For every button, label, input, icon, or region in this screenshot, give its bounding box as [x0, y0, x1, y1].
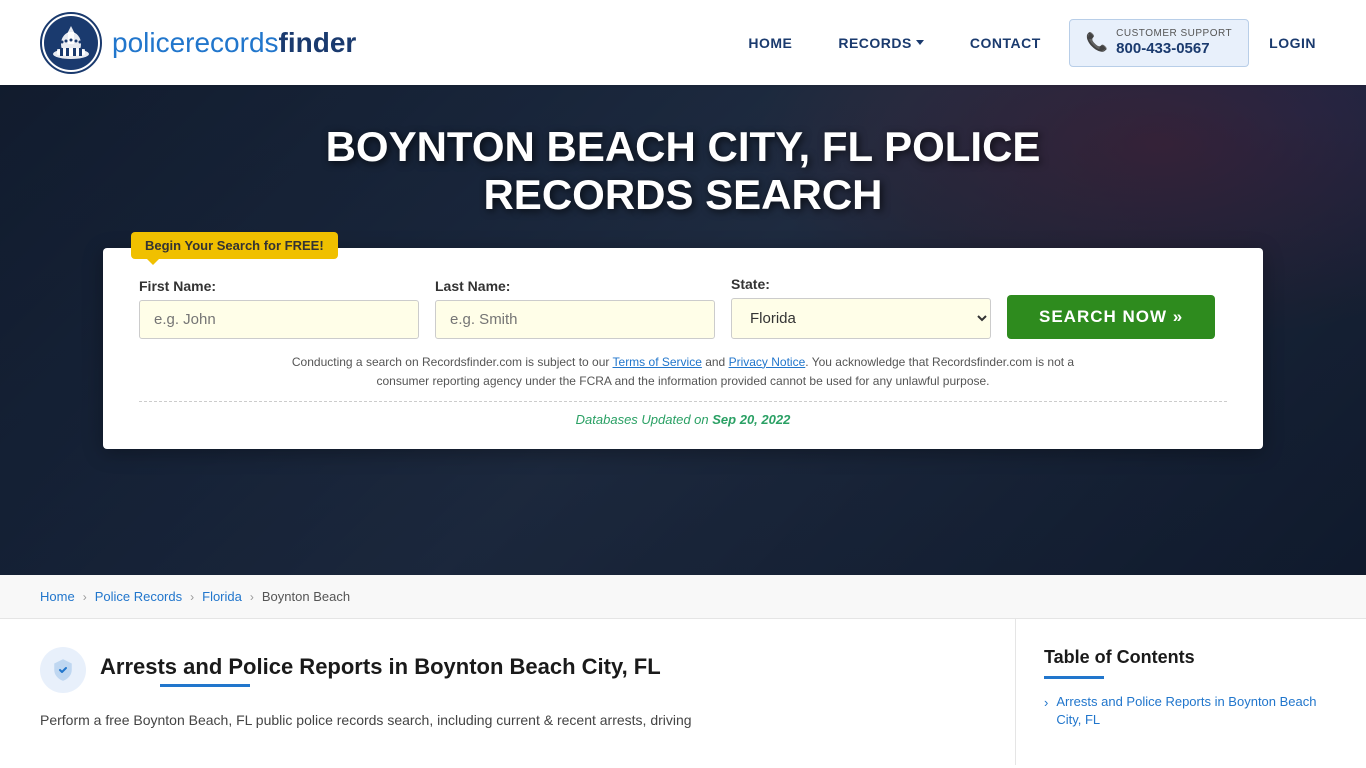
- logo-icon: [40, 12, 102, 74]
- toc-item[interactable]: › Arrests and Police Reports in Boynton B…: [1044, 693, 1326, 729]
- records-chevron-icon: [916, 40, 924, 45]
- article-title: Arrests and Police Reports in Boynton Be…: [100, 654, 661, 680]
- main-nav: HOME RECORDS CONTACT 📞 CUSTOMER SUPPORT …: [730, 19, 1326, 67]
- first-name-group: First Name:: [139, 278, 419, 339]
- support-label: CUSTOMER SUPPORT: [1116, 28, 1232, 40]
- state-label: State:: [731, 276, 991, 292]
- breadcrumb-current: Boynton Beach: [262, 589, 350, 604]
- toc-title: Table of Contents: [1044, 647, 1326, 668]
- breadcrumb-police-records[interactable]: Police Records: [95, 589, 182, 604]
- main-content: Arrests and Police Reports in Boynton Be…: [0, 619, 1366, 765]
- logo-text[interactable]: policerecordsfinder: [112, 27, 356, 59]
- article-section: Arrests and Police Reports in Boynton Be…: [40, 619, 1016, 765]
- toc-sidebar: Table of Contents › Arrests and Police Re…: [1016, 619, 1326, 765]
- first-name-input[interactable]: [139, 300, 419, 339]
- logo-text-light: policerecords: [112, 27, 279, 58]
- header: policerecordsfinder HOME RECORDS CONTACT…: [0, 0, 1366, 85]
- breadcrumb-sep-2: ›: [190, 590, 194, 604]
- phone-icon: 📞: [1086, 32, 1108, 53]
- article-header: Arrests and Police Reports in Boynton Be…: [40, 647, 985, 693]
- toc-divider: [1044, 676, 1104, 679]
- search-button[interactable]: SEARCH NOW »: [1007, 295, 1215, 339]
- logo-text-bold: finder: [279, 27, 357, 58]
- support-text: CUSTOMER SUPPORT 800-433-0567: [1116, 28, 1232, 58]
- nav-home[interactable]: HOME: [730, 35, 810, 51]
- breadcrumb-sep-1: ›: [83, 590, 87, 604]
- state-select[interactable]: Florida Alabama Alaska Arizona Californi…: [731, 298, 991, 339]
- shield-icon: [51, 658, 75, 682]
- toc-link[interactable]: Arrests and Police Reports in Boynton Be…: [1056, 693, 1326, 729]
- last-name-label: Last Name:: [435, 278, 715, 294]
- free-badge: Begin Your Search for FREE!: [131, 232, 338, 259]
- privacy-link[interactable]: Privacy Notice: [729, 355, 806, 369]
- search-fields: First Name: Last Name: State: Florida Al…: [139, 276, 1227, 339]
- breadcrumb-home[interactable]: Home: [40, 589, 75, 604]
- page-title: BOYNTON BEACH CITY, FL POLICE RECORDS SE…: [233, 123, 1133, 220]
- logo-area: policerecordsfinder: [40, 12, 356, 74]
- last-name-group: Last Name:: [435, 278, 715, 339]
- nav-records[interactable]: RECORDS: [820, 35, 942, 51]
- support-phone: 800-433-0567: [1116, 40, 1232, 58]
- search-card: Begin Your Search for FREE! First Name: …: [103, 248, 1263, 449]
- article-title-block: Arrests and Police Reports in Boynton Be…: [100, 654, 661, 687]
- support-button[interactable]: 📞 CUSTOMER SUPPORT 800-433-0567: [1069, 19, 1249, 67]
- shield-icon-circle: [40, 647, 86, 693]
- terms-link[interactable]: Terms of Service: [613, 355, 702, 369]
- hero-section: BOYNTON BEACH CITY, FL POLICE RECORDS SE…: [0, 85, 1366, 575]
- article-body: Perform a free Boynton Beach, FL public …: [40, 709, 985, 733]
- state-group: State: Florida Alabama Alaska Arizona Ca…: [731, 276, 991, 339]
- nav-contact[interactable]: CONTACT: [952, 35, 1059, 51]
- first-name-label: First Name:: [139, 278, 419, 294]
- disclaimer-text: Conducting a search on Recordsfinder.com…: [283, 353, 1083, 391]
- last-name-input[interactable]: [435, 300, 715, 339]
- breadcrumb: Home › Police Records › Florida › Boynto…: [0, 575, 1366, 619]
- breadcrumb-florida[interactable]: Florida: [202, 589, 242, 604]
- toc-chevron-icon: ›: [1044, 695, 1048, 710]
- db-update: Databases Updated on Sep 20, 2022: [139, 401, 1227, 427]
- toc-list: › Arrests and Police Reports in Boynton B…: [1044, 693, 1326, 729]
- nav-login[interactable]: LOGIN: [1259, 35, 1326, 51]
- breadcrumb-sep-3: ›: [250, 590, 254, 604]
- article-title-underline: [160, 684, 250, 687]
